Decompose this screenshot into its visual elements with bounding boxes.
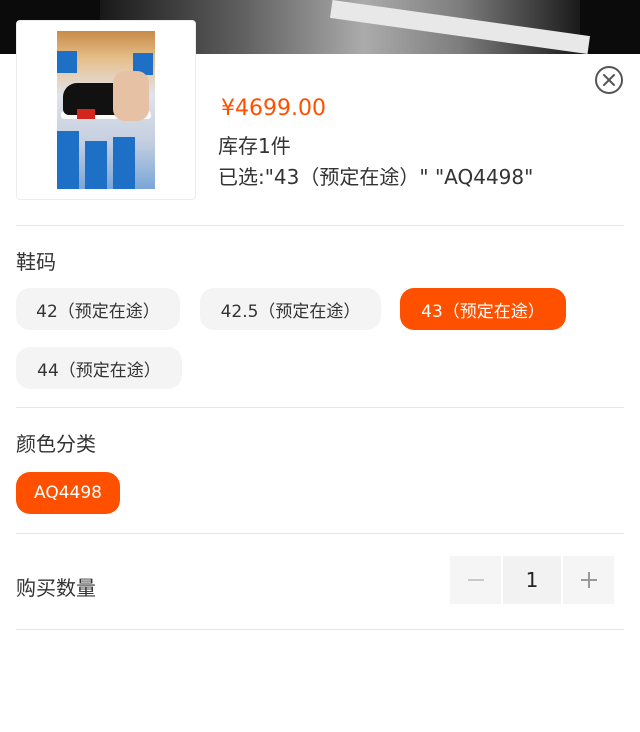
divider xyxy=(16,533,624,534)
size-option-43[interactable]: 43（预定在途） xyxy=(400,288,566,330)
decrease-button[interactable] xyxy=(450,556,501,604)
color-option-aq4498[interactable]: AQ4498 xyxy=(16,472,120,514)
quantity-value[interactable]: 1 xyxy=(503,556,561,604)
product-price: ¥4699.00 xyxy=(221,96,326,121)
size-option-42-5[interactable]: 42.5（预定在途） xyxy=(200,288,381,330)
quantity-stepper: 1 xyxy=(450,556,614,604)
increase-button[interactable] xyxy=(563,556,614,604)
close-icon[interactable] xyxy=(595,66,623,94)
divider xyxy=(16,225,624,226)
quantity-label: 购买数量 xyxy=(16,576,96,600)
divider xyxy=(16,629,624,630)
minus-icon xyxy=(467,579,484,581)
divider xyxy=(16,407,624,408)
plus-icon xyxy=(580,572,597,588)
size-section-title: 鞋码 xyxy=(16,250,56,274)
size-option-44[interactable]: 44（预定在途） xyxy=(16,347,182,389)
color-section-title: 颜色分类 xyxy=(16,432,96,456)
sku-selector-sheet: ¥4699.00 库存1件 已选:"43（预定在途）" "AQ4498" 鞋码 … xyxy=(0,20,640,732)
size-option-42[interactable]: 42（预定在途） xyxy=(16,288,180,330)
product-thumbnail xyxy=(16,20,196,200)
stock-count: 库存1件 xyxy=(218,134,291,158)
selected-summary: 已选:"43（预定在途）" "AQ4498" xyxy=(218,165,534,189)
